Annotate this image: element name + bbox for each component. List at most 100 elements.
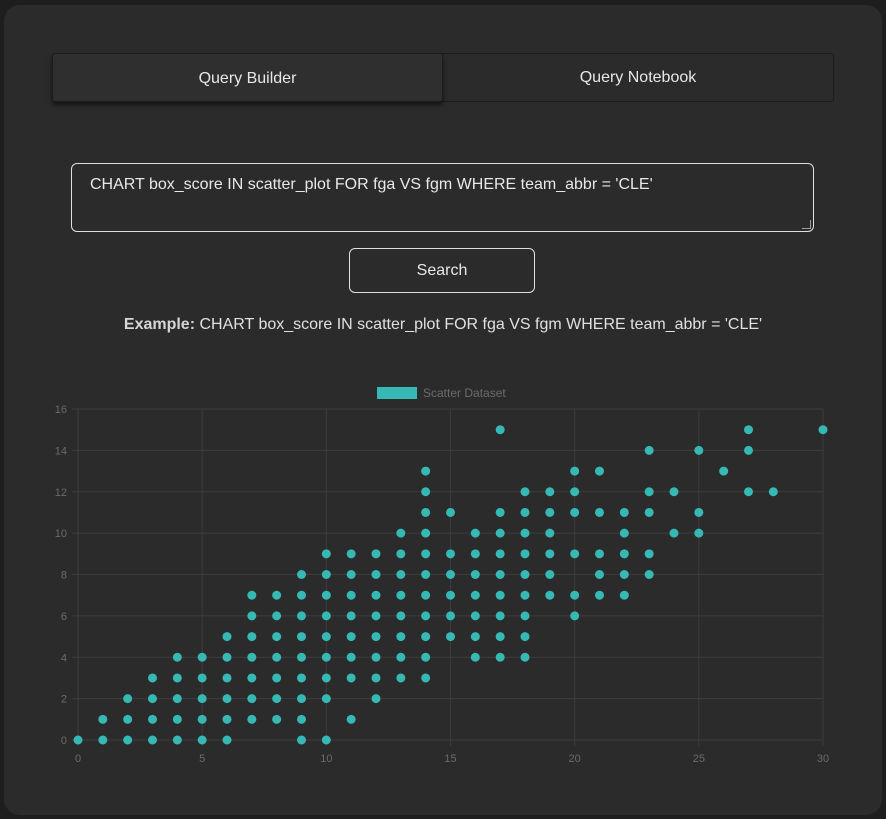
scatter-point[interactable] (297, 694, 306, 704)
scatter-point[interactable] (172, 735, 182, 745)
scatter-point[interactable] (371, 611, 381, 621)
chart-legend[interactable]: Scatter Dataset (377, 386, 506, 400)
scatter-point[interactable] (495, 507, 505, 517)
scatter-point[interactable] (570, 466, 580, 476)
scatter-point[interactable] (222, 632, 232, 642)
scatter-point[interactable] (446, 590, 455, 600)
scatter-point[interactable] (148, 694, 157, 704)
scatter-point[interactable] (495, 611, 505, 621)
scatter-point[interactable] (619, 528, 629, 538)
scatter-point[interactable] (595, 570, 604, 579)
scatter-point[interactable] (98, 714, 108, 724)
scatter-point[interactable] (520, 570, 530, 579)
scatter-point[interactable] (297, 735, 306, 745)
scatter-point[interactable] (470, 570, 480, 579)
scatter-point[interactable] (421, 673, 431, 683)
scatter-point[interactable] (272, 611, 282, 621)
scatter-point[interactable] (371, 570, 381, 579)
scatter-point[interactable] (495, 652, 505, 662)
scatter-point[interactable] (421, 528, 431, 538)
scatter-point[interactable] (520, 652, 530, 662)
scatter-point[interactable] (98, 735, 108, 745)
scatter-point[interactable] (247, 632, 257, 642)
scatter-point[interactable] (197, 673, 207, 683)
scatter-point[interactable] (321, 673, 331, 683)
scatter-point[interactable] (272, 694, 282, 704)
scatter-point[interactable] (297, 632, 306, 642)
scatter-point[interactable] (495, 632, 505, 642)
scatter-point[interactable] (421, 632, 431, 642)
scatter-point[interactable] (619, 549, 629, 559)
scatter-point[interactable] (595, 590, 604, 600)
scatter-point[interactable] (346, 590, 356, 600)
scatter-point[interactable] (446, 549, 455, 559)
scatter-point[interactable] (222, 714, 232, 724)
scatter-point[interactable] (321, 632, 331, 642)
scatter-point[interactable] (346, 570, 356, 579)
scatter-point[interactable] (247, 652, 257, 662)
scatter-point[interactable] (446, 570, 455, 579)
scatter-point[interactable] (222, 652, 232, 662)
scatter-point[interactable] (321, 590, 331, 600)
scatter-point[interactable] (222, 735, 232, 745)
scatter-point[interactable] (346, 673, 356, 683)
scatter-point[interactable] (470, 611, 480, 621)
scatter-point[interactable] (470, 590, 480, 600)
scatter-point[interactable] (446, 507, 455, 517)
scatter-point[interactable] (371, 673, 381, 683)
scatter-point[interactable] (396, 590, 406, 600)
scatter-point[interactable] (470, 549, 480, 559)
scatter-point[interactable] (346, 611, 356, 621)
scatter-point[interactable] (371, 632, 381, 642)
scatter-point[interactable] (172, 714, 182, 724)
scatter-point[interactable] (321, 611, 331, 621)
scatter-point[interactable] (545, 487, 555, 497)
scatter-point[interactable] (272, 652, 282, 662)
scatter-point[interactable] (694, 528, 704, 538)
scatter-point[interactable] (297, 714, 306, 724)
scatter-point[interactable] (371, 590, 381, 600)
scatter-point[interactable] (297, 611, 306, 621)
scatter-point[interactable] (520, 611, 530, 621)
scatter-point[interactable] (421, 590, 431, 600)
scatter-point[interactable] (570, 611, 580, 621)
scatter-point[interactable] (272, 714, 282, 724)
scatter-point[interactable] (644, 507, 654, 517)
scatter-point[interactable] (644, 570, 654, 579)
scatter-point[interactable] (272, 590, 282, 600)
scatter-point[interactable] (545, 570, 555, 579)
scatter-point[interactable] (644, 549, 654, 559)
scatter-point[interactable] (595, 507, 604, 517)
scatter-point[interactable] (247, 714, 257, 724)
scatter-point[interactable] (123, 714, 133, 724)
scatter-point[interactable] (172, 694, 182, 704)
scatter-point[interactable] (545, 590, 555, 600)
scatter-point[interactable] (545, 549, 555, 559)
scatter-point[interactable] (197, 735, 207, 745)
scatter-point[interactable] (272, 632, 282, 642)
scatter-point[interactable] (619, 507, 629, 517)
scatter-point[interactable] (545, 528, 555, 538)
scatter-point[interactable] (595, 466, 604, 476)
scatter-point[interactable] (148, 673, 157, 683)
scatter-point[interactable] (73, 735, 83, 745)
scatter-point[interactable] (520, 507, 530, 517)
scatter-point[interactable] (346, 652, 356, 662)
scatter-point[interactable] (321, 694, 331, 704)
scatter-point[interactable] (768, 487, 778, 497)
scatter-point[interactable] (470, 528, 480, 538)
scatter-point[interactable] (321, 652, 331, 662)
scatter-point[interactable] (396, 632, 406, 642)
scatter-point[interactable] (396, 611, 406, 621)
scatter-point[interactable] (818, 425, 828, 435)
scatter-point[interactable] (421, 611, 431, 621)
scatter-point[interactable] (744, 487, 753, 497)
scatter-point[interactable] (321, 735, 331, 745)
scatter-point[interactable] (396, 549, 406, 559)
scatter-point[interactable] (470, 632, 480, 642)
scatter-point[interactable] (396, 673, 406, 683)
scatter-point[interactable] (421, 570, 431, 579)
scatter-point[interactable] (570, 590, 580, 600)
scatter-point[interactable] (197, 694, 207, 704)
scatter-point[interactable] (520, 632, 530, 642)
